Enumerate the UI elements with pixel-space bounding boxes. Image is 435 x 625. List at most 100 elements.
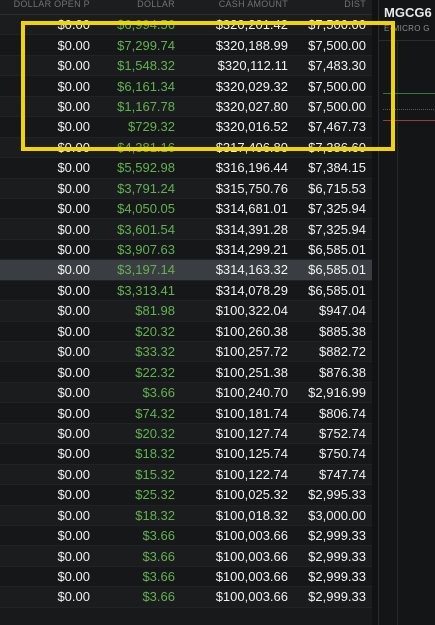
dollar-open-p-cell: $0.00 [57,344,90,360]
dist-cell: $885.38 [319,323,366,339]
chart-gridline [397,40,398,625]
col-header-dollar-open-p[interactable]: DOLLAR OPEN P [0,0,96,14]
dist-cell: $876.38 [319,364,366,380]
dollar-open-p-cell: $0.00 [57,262,90,278]
dollar-cell: $5,592.98 [117,160,175,176]
table-row[interactable]: $0.00 $3.66 $100,240.70 $2,916.99 [0,382,372,404]
table-row[interactable]: $0.00 $18.32 $100,018.32 $3,000.00 [0,505,372,526]
dist-cell: $7,500.00 [308,98,366,114]
table-row[interactable]: $0.00 $4,050.05 $314,681.01 $7,325.94 [0,198,372,220]
dist-cell: $2,916.99 [308,385,366,401]
dollar-open-p-cell: $0.00 [57,589,90,605]
cash-amount-cell: $320,188.99 [215,37,288,53]
table-row[interactable]: $0.00 $81.98 $100,322.04 $947.04 [0,301,372,322]
table-row[interactable]: $0.00 $25.32 $100,025.32 $2,995.33 [0,485,372,506]
cash-amount-cell: $100,125.74 [215,446,288,462]
dollar-open-p-cell: $0.00 [57,487,90,503]
dist-cell: $747.74 [319,466,366,482]
table-row[interactable]: $0.00 $3,791.24 $315,750.76 $6,715.53 [0,178,372,199]
dollar-open-p-cell: $0.00 [57,201,90,217]
table-row[interactable]: $0.00 $18.32 $100,125.74 $750.74 [0,444,372,465]
table-row[interactable]: $0.00 $6,994.56 $320,201.42 $7,500.00 [0,15,372,36]
table-row[interactable]: $0.00 $3,907.63 $314,299.21 $6,585.01 [0,239,372,261]
dollar-cell: $3,601.54 [117,221,175,237]
dollar-cell: $3.66 [142,385,175,401]
table-row[interactable]: $0.00 $3.66 $100,003.66 $2,999.33 [0,566,372,588]
cash-amount-cell: $100,003.66 [215,569,288,585]
dist-cell: $2,999.33 [308,548,366,564]
instrument-symbol[interactable]: MGCG6 [384,5,432,20]
cash-amount-cell: $320,027.80 [215,98,288,114]
dollar-open-p-cell: $0.00 [57,528,90,544]
cash-amount-cell: $314,391.28 [215,221,288,237]
cash-amount-cell: $314,078.29 [215,282,288,298]
table-row[interactable]: $0.00 $6,161.34 $320,029.32 $7,500.00 [0,76,372,97]
dist-cell: $6,585.01 [308,282,366,298]
table-row[interactable]: $0.00 $3,313.41 $314,078.29 $6,585.01 [0,280,372,302]
table-row[interactable]: $0.00 $3.66 $100,003.66 $2,999.33 [0,546,372,567]
cash-amount-cell: $317,406.80 [215,139,288,155]
table-row[interactable]: $0.00 $4,381.16 $317,406.80 $7,386.60 [0,137,372,159]
cash-amount-cell: $100,025.32 [215,487,288,503]
table-row[interactable]: $0.00 $3,197.14 $314,163.32 $6,585.01 [0,260,372,281]
dollar-cell: $4,381.16 [117,139,175,155]
dollar-cell: $81.98 [135,303,175,319]
table-row[interactable]: $0.00 $7,299.74 $320,188.99 $7,500.00 [0,35,372,56]
dollar-cell: $3,197.14 [117,262,175,278]
dist-cell: $750.74 [319,446,366,462]
dist-cell: $2,999.33 [308,589,366,605]
cash-amount-cell: $314,299.21 [215,242,288,258]
dollar-cell: $6,161.34 [117,78,175,94]
dist-cell: $7,384.15 [308,160,366,176]
table-row[interactable]: $0.00 $3.66 $100,003.66 $2,999.33 [0,587,372,608]
cash-amount-cell: $100,003.66 [215,528,288,544]
dollar-open-p-cell: $0.00 [57,405,90,421]
cash-amount-cell: $100,260.38 [215,323,288,339]
table-row[interactable]: $0.00 $1,548.32 $320,112.11 $7,483.30 [0,55,372,77]
table-row[interactable]: $0.00 $3,601.54 $314,391.28 $7,325.94 [0,219,372,240]
col-header-cash-amount[interactable]: CASH AMOUNT [181,0,294,14]
dollar-cell: $15.32 [135,466,175,482]
table-row[interactable]: $0.00 $33.32 $100,257.72 $882.72 [0,342,372,363]
table-row[interactable]: $0.00 $15.32 $100,122.74 $747.74 [0,464,372,486]
cash-amount-cell: $100,251.38 [215,364,288,380]
cash-amount-cell: $100,122.74 [215,466,288,482]
dollar-open-p-cell: $0.00 [57,282,90,298]
dollar-open-p-cell: $0.00 [57,548,90,564]
dist-cell: $7,467.73 [308,119,366,135]
table-row[interactable]: $0.00 $22.32 $100,251.38 $876.38 [0,362,372,383]
dist-cell: $2,999.33 [308,569,366,585]
dollar-open-p-cell: $0.00 [57,425,90,441]
dist-cell: $752.74 [319,425,366,441]
dollar-open-p-cell: $0.00 [57,160,90,176]
dist-cell: $882.72 [319,344,366,360]
table-row[interactable]: $0.00 $20.32 $100,127.74 $752.74 [0,423,372,445]
chart-price-line-green [383,93,435,94]
table-row[interactable]: $0.00 $3.66 $100,003.66 $2,999.33 [0,525,372,547]
dollar-open-p-cell: $0.00 [57,139,90,155]
dollar-cell: $3,791.24 [117,180,175,196]
cash-amount-cell: $315,750.76 [215,180,288,196]
dist-cell: $6,585.01 [308,262,366,278]
positions-table: DOLLAR OPEN P DOLLAR CASH AMOUNT DIST $0… [0,0,372,625]
table-row[interactable]: $0.00 $729.32 $320,016.52 $7,467.73 [0,117,372,138]
dollar-cell: $18.32 [135,507,175,523]
dollar-cell: $25.32 [135,487,175,503]
cash-amount-cell: $320,201.42 [215,17,288,33]
cash-amount-cell: $320,112.11 [217,58,288,74]
cash-amount-cell: $320,016.52 [215,119,288,135]
table-body: $0.00 $6,994.56 $320,201.42 $7,500.00 $0.00 $… [0,15,372,608]
dollar-open-p-cell: $0.00 [57,17,90,33]
col-header-dollar[interactable]: DOLLAR [96,0,181,14]
table-row[interactable]: $0.00 $20.32 $100,260.38 $885.38 [0,321,372,342]
cash-amount-cell: $100,322.04 [215,303,288,319]
table-row[interactable]: $0.00 $74.32 $100,181.74 $806.74 [0,403,372,424]
dollar-cell: $33.32 [135,344,175,360]
instrument-description: E-MICRO G [384,24,430,33]
col-header-dist[interactable]: DIST [294,0,372,14]
table-row[interactable]: $0.00 $1,167.78 $320,027.80 $7,500.00 [0,96,372,118]
dollar-open-p-cell: $0.00 [57,446,90,462]
dollar-open-p-cell: $0.00 [57,98,90,114]
dollar-open-p-cell: $0.00 [57,303,90,319]
table-row[interactable]: $0.00 $5,592.98 $316,196.44 $7,384.15 [0,158,372,179]
